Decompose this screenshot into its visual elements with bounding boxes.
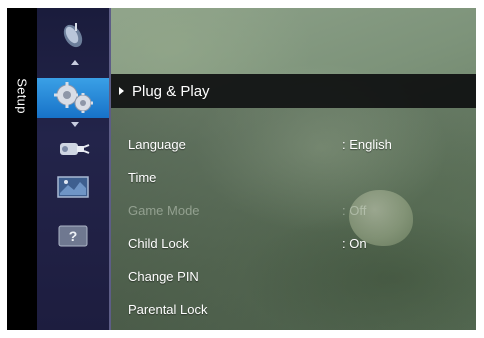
help-question-icon: ? [58,225,88,247]
satellite-dish-icon [63,23,83,48]
menu-list: Language : English Time Game Mode : Off … [111,108,476,330]
menu-item-parental-lock[interactable]: Parental Lock [111,294,476,324]
category-input-item[interactable] [47,130,99,166]
menu-header-plug-and-play[interactable]: Plug & Play [111,74,476,108]
category-support-item[interactable]: ? [47,218,99,254]
side-strip: Setup [7,8,37,330]
menu-item-language[interactable]: Language : English [111,129,476,159]
category-application-item[interactable] [47,170,99,206]
help-glyph: ? [69,228,78,244]
category-icon-column: ? [37,8,109,330]
gears-icon [54,82,93,113]
selection-arrow-icon [119,87,124,95]
item-value: : Off [342,202,367,218]
menu-item-time[interactable]: Time [111,162,476,192]
item-label: Time [128,169,157,185]
menu-item-child-lock[interactable]: Child Lock : On [111,228,476,258]
menu-title: Plug & Play [132,82,210,100]
support-screen-icon [57,176,89,198]
tv-osd-menu: Setup ? Plug & Play Language: English T… [7,8,476,330]
scroll-up-arrow-icon[interactable] [71,60,79,65]
item-label: Child Lock [128,235,189,251]
item-value: : English [342,136,392,152]
category-setup-item[interactable] [37,78,109,118]
item-label: Game Mode [128,202,200,218]
item-label: Language [128,136,186,152]
input-plug-icon [60,143,90,155]
menu-category-label: Setup [14,78,30,114]
item-label: Change PIN [128,268,199,284]
item-label: Parental Lock [128,301,208,317]
category-picture-item[interactable] [47,18,99,54]
menu-item-change-pin[interactable]: Change PIN [111,261,476,291]
menu-item-game-mode: Game Mode : Off [111,195,476,225]
scroll-down-arrow-icon[interactable] [71,122,79,127]
item-value: : On [342,235,367,251]
